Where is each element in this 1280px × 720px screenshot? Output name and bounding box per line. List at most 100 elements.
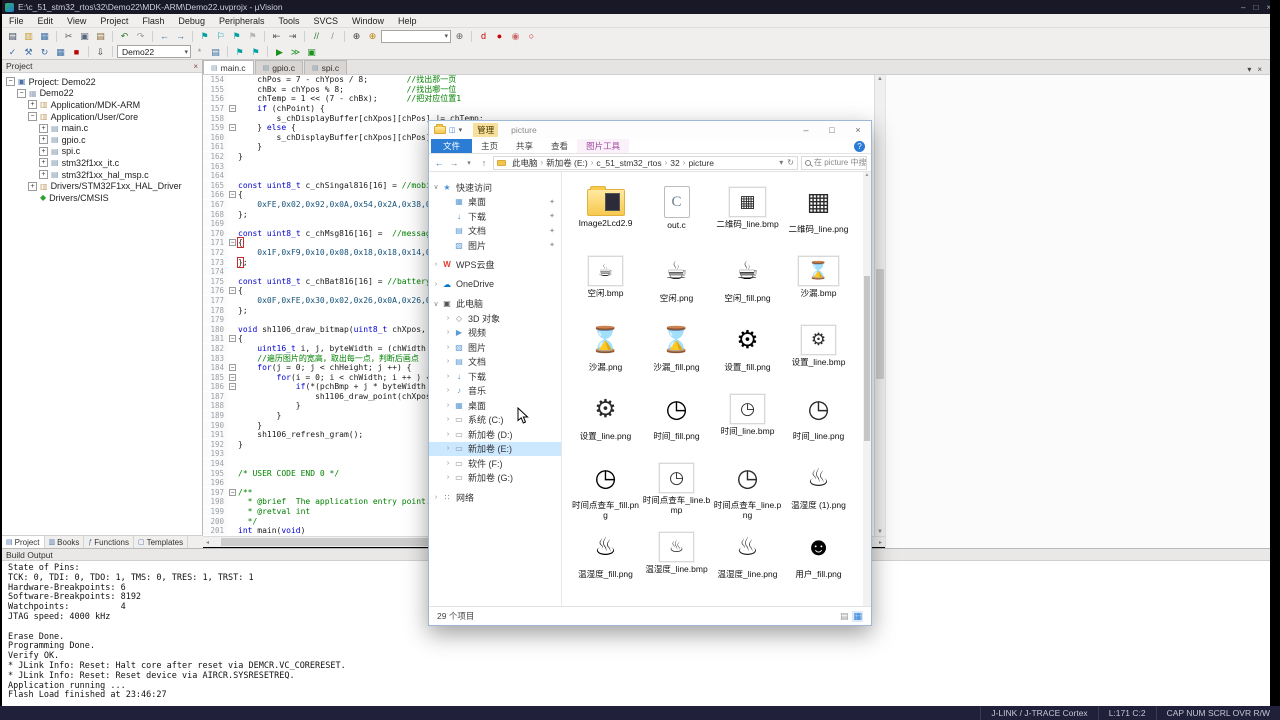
tab-list-dropdown-icon[interactable]: ▾ — [1247, 65, 1251, 74]
nav-item-documents-2[interactable]: › ▤ 文档 — [429, 355, 561, 370]
nav-item-volume-d[interactable]: › ▭ 新加卷 (D:) — [429, 427, 561, 442]
expand-toggle[interactable]: + — [39, 146, 48, 156]
expand-toggle[interactable]: − — [6, 77, 15, 87]
chevron-icon[interactable]: › — [443, 445, 453, 452]
file-item[interactable]: ▦ 二维码_line.bmp — [712, 180, 783, 249]
chevron-icon[interactable]: › — [431, 281, 441, 288]
tree-item[interactable]: + ▤ stm32f1xx_it.c — [2, 157, 202, 169]
fold-marker[interactable]: − — [229, 383, 236, 391]
breadcrumb-segment[interactable]: picture — [685, 158, 717, 168]
chevron-icon[interactable]: › — [443, 315, 453, 322]
file-item[interactable]: ◷ 时间点查车_fill.png — [570, 456, 641, 525]
menu-peripherals[interactable]: Peripherals — [212, 14, 272, 27]
details-view-icon[interactable]: ▤ — [840, 611, 849, 622]
tree-item[interactable]: − ▥ Application/User/Core — [2, 111, 202, 123]
breadcrumb[interactable]: 此电脑 › 新加卷 (E:) › c_51_stm32_rtos › 32 › picture … — [493, 155, 798, 170]
cut-icon[interactable]: ✂ — [61, 29, 76, 43]
chevron-icon[interactable]: › — [443, 431, 453, 438]
target-select-combo[interactable]: Demo22 ▾ — [117, 45, 191, 58]
ribbon-tab-share[interactable]: 共享 — [507, 139, 542, 153]
file-item[interactable]: ▦ 二维码_line.png — [783, 180, 854, 249]
find-combo-combo[interactable]: ▾ — [381, 29, 451, 43]
back-icon[interactable]: ← — [433, 158, 445, 168]
tree-item[interactable]: − ▦ Demo22 — [2, 88, 202, 100]
step-icon[interactable]: ≫ — [288, 45, 303, 59]
menu-edit[interactable]: Edit — [31, 14, 61, 27]
ribbon-tab-file[interactable]: 文件 — [431, 139, 473, 153]
expand-toggle[interactable]: − — [28, 112, 37, 122]
find-in-files-icon[interactable]: ⊕ — [349, 29, 364, 43]
nav-item-pictures-2[interactable]: › ▧ 图片 — [429, 340, 561, 355]
scroll-right-icon[interactable]: ▸ — [879, 539, 882, 546]
minimize-icon[interactable]: – — [1241, 3, 1245, 12]
tree-item[interactable]: + ▤ spi.c — [2, 146, 202, 158]
flag2-icon[interactable]: ⚑ — [248, 45, 263, 59]
copy-icon[interactable]: ▣ — [77, 29, 92, 43]
ribbon-tab-picture-tools[interactable]: 图片工具 — [577, 139, 630, 153]
fold-marker[interactable]: − — [229, 239, 236, 247]
close-document-icon[interactable]: × — [1257, 65, 1262, 74]
scroll-up-icon[interactable]: ▲ — [875, 76, 885, 82]
file-item[interactable]: ⌛ 沙漏.png — [570, 318, 641, 387]
scroll-up-icon[interactable]: ▲ — [865, 172, 870, 178]
clear-breakpoints-icon[interactable]: ○ — [524, 29, 539, 43]
nav-item-3d-objects[interactable]: › ◇ 3D 对象 — [429, 311, 561, 326]
nav-item-downloads[interactable]: ↓ 下载 ✦ — [429, 209, 561, 224]
debug-session-icon[interactable]: d — [476, 29, 491, 43]
file-item[interactable]: ☕ 空闲.bmp — [570, 249, 641, 318]
fold-marker[interactable]: − — [229, 373, 236, 381]
up-icon[interactable]: ↑ — [478, 158, 490, 168]
download-icon[interactable]: ⇩ — [93, 45, 108, 59]
undo-icon[interactable]: ↶ — [117, 29, 132, 43]
next-bookmark-icon[interactable]: ⚑ — [229, 29, 244, 43]
flag-icon[interactable]: ⚑ — [232, 45, 247, 59]
tree-item[interactable]: + ▤ stm32f1xx_hal_msp.c — [2, 169, 202, 181]
fold-marker[interactable]: − — [229, 287, 236, 295]
chevron-icon[interactable]: › — [443, 402, 453, 409]
nav-item-system-c[interactable]: › ▭ 系统 (C:) — [429, 413, 561, 428]
build-icon[interactable]: ⚒ — [21, 45, 36, 59]
files-scrollbar[interactable]: ▲ — [863, 172, 871, 606]
bookmark-icon[interactable]: ⚑ — [197, 29, 212, 43]
file-item[interactable]: ⌛ 沙漏.bmp — [783, 249, 854, 318]
nav-back-icon[interactable]: ← — [157, 29, 172, 43]
expand-toggle[interactable]: − — [17, 88, 26, 98]
breadcrumb-segment[interactable]: c_51_stm32_rtos — [593, 158, 664, 168]
tree-item[interactable]: + ▤ main.c — [2, 122, 202, 134]
file-item[interactable]: ⚙ 设置_fill.png — [712, 318, 783, 387]
expand-toggle[interactable]: + — [39, 135, 48, 145]
scroll-down-icon[interactable]: ▼ — [875, 529, 885, 535]
chevron-icon[interactable]: › — [443, 474, 453, 481]
thumbnail-view-icon[interactable]: ▦ — [852, 610, 863, 622]
nav-item-software-f[interactable]: › ▭ 软件 (F:) — [429, 456, 561, 471]
nav-item-desktop[interactable]: ▦ 桌面 ✦ — [429, 195, 561, 210]
chevron-icon[interactable]: ∨ — [431, 183, 441, 191]
expand-toggle[interactable]: + — [28, 181, 37, 191]
file-item[interactable]: ♨ 温湿度_line.png — [712, 525, 783, 594]
open-file-icon[interactable]: ▥ — [21, 29, 36, 43]
prev-bookmark-icon[interactable]: ⚐ — [213, 29, 228, 43]
chevron-icon[interactable]: › — [443, 373, 453, 380]
file-item[interactable]: ☻ 用户_fill.png — [783, 525, 854, 594]
paste-icon[interactable]: ▤ — [93, 29, 108, 43]
expand-toggle[interactable]: + — [28, 100, 37, 110]
menu-flash[interactable]: Flash — [135, 14, 171, 27]
fold-marker[interactable]: − — [229, 191, 236, 199]
chevron-icon[interactable]: ∨ — [431, 300, 441, 308]
tree-item[interactable]: + ▤ gpio.c — [2, 134, 202, 146]
chevron-icon[interactable]: › — [443, 387, 453, 394]
nav-item-videos[interactable]: › ▶ 视频 — [429, 326, 561, 341]
file-item[interactable]: ♨ 温湿度_fill.png — [570, 525, 641, 594]
chevron-icon[interactable]: › — [443, 416, 453, 423]
menu-file[interactable]: File — [2, 14, 31, 27]
chevron-icon[interactable]: › — [443, 460, 453, 467]
menu-debug[interactable]: Debug — [171, 14, 212, 27]
workspace-tab-templates[interactable]: ▢ Templates — [134, 536, 189, 548]
chevron-icon[interactable]: › — [443, 329, 453, 336]
target-options-icon[interactable]: * — [192, 45, 207, 59]
nav-item-documents[interactable]: ▤ 文档 ✦ — [429, 224, 561, 239]
file-item[interactable]: ◷ 时间点查车_line.bmp — [641, 456, 712, 525]
disable-breakpoint-icon[interactable]: ◉ — [508, 29, 523, 43]
quick-access-toolbar-icon[interactable]: ◫ — [449, 126, 456, 134]
rebuild-icon[interactable]: ↻ — [37, 45, 52, 59]
